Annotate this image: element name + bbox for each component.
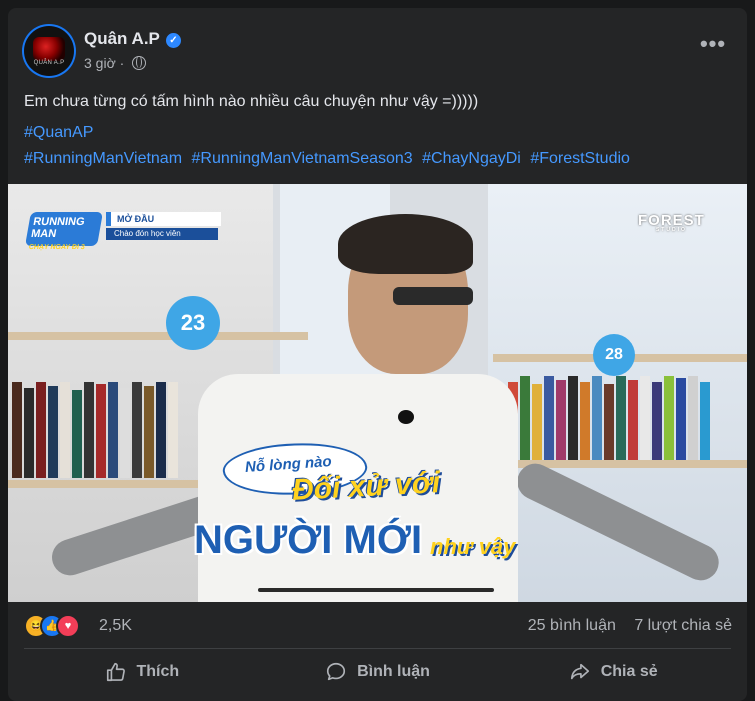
thumbs-up-icon <box>106 662 125 682</box>
comment-icon <box>326 662 346 681</box>
post-text: Em chưa từng có tấm hình nào nhiều câu c… <box>24 93 479 110</box>
post-meta: 3 giờ · <box>84 55 147 71</box>
comment-count[interactable]: 25 bình luận <box>528 617 616 634</box>
person-hair <box>338 214 473 274</box>
person-sunglasses <box>393 287 473 305</box>
photo-scroll-indicator <box>258 588 494 592</box>
segment-title: MỞ ĐẦU <box>106 212 221 226</box>
segment-subtitle: Chào đón học viên <box>106 228 218 240</box>
hashtag-line: #RunningManVietnam #RunningManVietnamSea… <box>24 150 634 168</box>
share-label: Chia sẻ <box>600 663 658 680</box>
caption-line-4: như vậy <box>430 534 516 559</box>
hashtag-quanap[interactable]: #QuanAP <box>24 124 93 142</box>
post-header: QUÂN A.P Quân A.P ✓ 3 giờ · ••• <box>24 26 731 78</box>
engagement-stats: 25 bình luận 7 lượt chia sẻ <box>528 614 732 638</box>
show-logo-badge: RUNNING MAN CHẠY NGAY ĐI 3 <box>25 212 103 251</box>
share-button[interactable]: Chia sẻ <box>495 654 731 690</box>
post-actions: Thích Bình luận Chia sẻ <box>24 654 731 690</box>
share-icon <box>570 663 589 680</box>
caption-line-3: NGƯỜI MỚI <box>194 518 423 562</box>
hashtag-runningmanvietnamseason3[interactable]: #RunningManVietnamSeason3 <box>191 150 412 167</box>
shelf-number-23: 23 <box>166 296 220 350</box>
actions-divider <box>24 648 731 649</box>
author-avatar[interactable]: QUÂN A.P <box>24 26 74 76</box>
love-icon: ♥ <box>56 614 80 638</box>
verified-badge-icon: ✓ <box>165 33 181 48</box>
avatar-image <box>33 37 65 61</box>
shelf-top-left <box>8 332 308 340</box>
books-left <box>12 382 178 478</box>
comment-button[interactable]: Bình luận <box>260 654 496 690</box>
share-count[interactable]: 7 lượt chia sẻ <box>634 617 732 634</box>
like-button[interactable]: Thích <box>24 654 260 690</box>
post-photo[interactable]: 23 28 RUNNING MAN CHẠY NGAY ĐI 3 MỞ ĐẦU C… <box>8 184 747 602</box>
more-options-icon[interactable]: ••• <box>695 33 731 60</box>
hashtag-chayngaydi[interactable]: #ChayNgayDi <box>422 150 521 167</box>
show-logo-text: RUNNING MAN <box>30 216 86 240</box>
lapel-mic <box>398 410 414 424</box>
reaction-count[interactable]: 2,5K <box>99 614 132 638</box>
avatar-caption: QUÂN A.P <box>33 60 65 66</box>
author-name-text[interactable]: Quân A.P <box>84 29 160 48</box>
shelf-number-28: 28 <box>593 334 635 376</box>
studio-logo: FOREST STUDIO <box>638 212 705 233</box>
author-name[interactable]: Quân A.P ✓ <box>84 29 181 49</box>
like-label: Thích <box>136 663 180 680</box>
show-logo-sub: CHẠY NGAY ĐI 3 <box>28 244 86 251</box>
globe-icon <box>132 56 147 70</box>
post-time[interactable]: 3 giờ <box>84 55 116 71</box>
post-card: QUÂN A.P Quân A.P ✓ 3 giờ · ••• Em chưa t… <box>8 8 747 701</box>
books-right <box>508 366 710 462</box>
show-logo: RUNNING MAN CHẠY NGAY ĐI 3 MỞ ĐẦU Chào đó… <box>25 206 221 251</box>
hashtag-runningmanvietnam[interactable]: #RunningManVietnam <box>24 150 182 167</box>
hashtag-foreststudio[interactable]: #ForestStudio <box>530 150 630 167</box>
comment-label: Bình luận <box>357 663 430 680</box>
